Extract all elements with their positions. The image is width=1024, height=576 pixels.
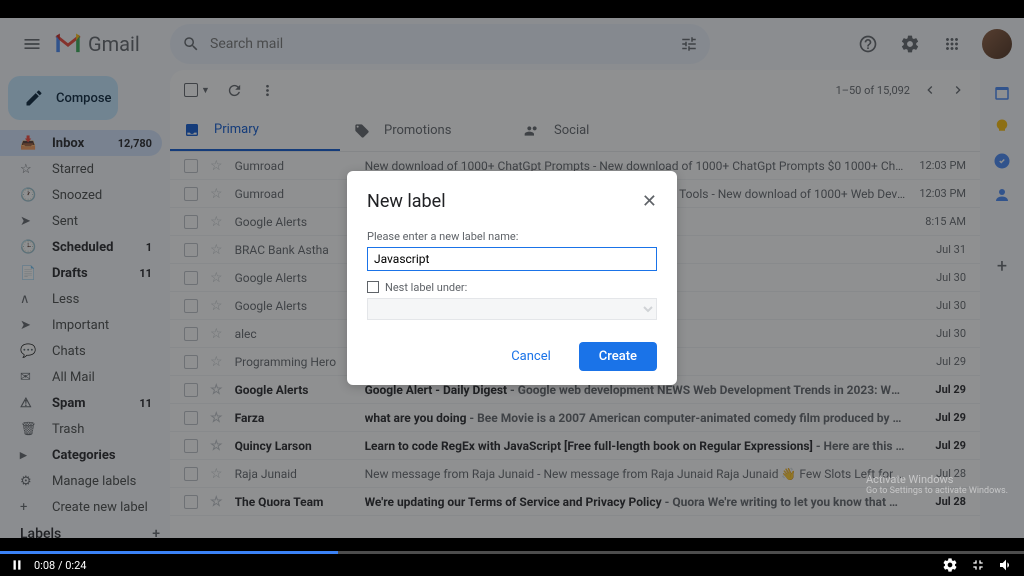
windows-watermark: Activate Windows Go to Settings to activ… [866,473,1008,496]
volume-icon[interactable] [998,557,1014,573]
nest-checkbox-row: Nest label under: [367,281,657,294]
new-label-modal: New label ✕ Please enter a new label nam… [347,171,677,386]
label-name-input[interactable] [367,247,657,271]
modal-header: New label ✕ [367,191,657,212]
video-settings-icon[interactable] [942,557,958,573]
modal-overlay: New label ✕ Please enter a new label nam… [0,18,1024,538]
create-button[interactable]: Create [579,342,657,371]
fullscreen-exit-icon[interactable] [970,557,986,573]
cancel-button[interactable]: Cancel [491,342,571,371]
video-letterbox-top [0,0,1024,18]
gmail-app: Gmail Compose 📥Inbox12,780☆Starred🕐Snooz… [0,18,1024,538]
close-icon[interactable]: ✕ [642,191,657,212]
nest-label: Nest label under: [385,281,467,294]
modal-prompt: Please enter a new label name: [367,230,657,243]
pause-icon[interactable] [10,558,24,572]
nest-parent-select [367,298,657,320]
video-controls: 0:08 / 0:24 [0,554,1024,576]
nest-checkbox[interactable] [367,281,379,293]
modal-actions: Cancel Create [367,342,657,371]
modal-title: New label [367,191,446,212]
video-time: 0:08 / 0:24 [34,559,86,572]
